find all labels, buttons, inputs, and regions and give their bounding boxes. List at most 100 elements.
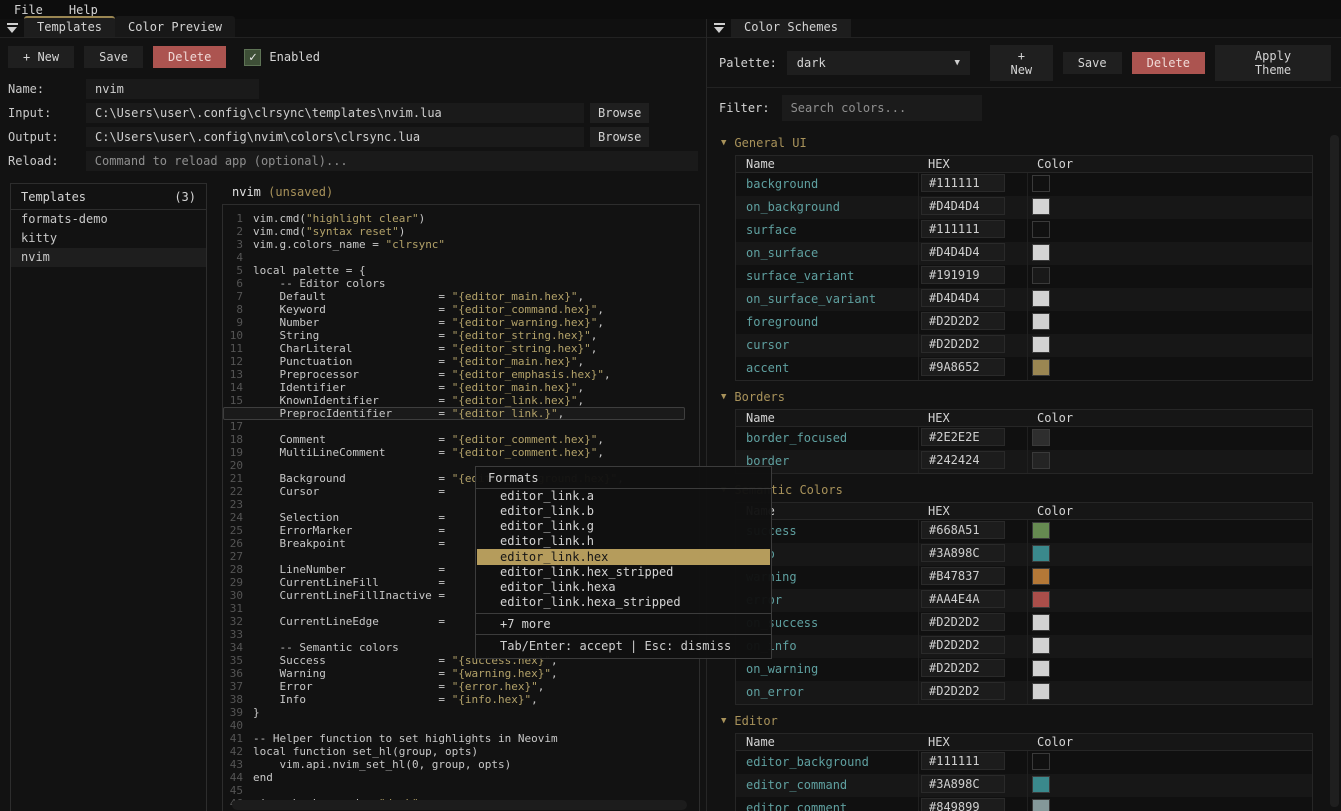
color-row[interactable]: on_surface#D4D4D4 <box>736 242 1312 265</box>
popup-format-option[interactable]: editor_link.g <box>476 519 771 534</box>
color-row[interactable]: info#3A898C <box>736 543 1312 566</box>
code-line[interactable]: 15 KnownIdentifier = "{editor_link.hex}"… <box>223 394 699 407</box>
color-swatch[interactable] <box>1032 429 1050 446</box>
color-row[interactable]: on_surface_variant#D4D4D4 <box>736 288 1312 311</box>
color-hex-value[interactable]: #849899 <box>921 798 1005 811</box>
code-line[interactable]: 10 String = "{editor_string.hex}", <box>223 329 699 342</box>
color-swatch[interactable] <box>1032 683 1050 700</box>
code-line[interactable]: 14 Identifier = "{editor_main.hex}", <box>223 381 699 394</box>
code-line[interactable]: 11 CharLiteral = "{editor_string.hex}", <box>223 342 699 355</box>
menu-help[interactable]: Help <box>69 3 98 17</box>
color-hex-value[interactable]: #242424 <box>921 451 1005 469</box>
delete-palette-button[interactable]: Delete <box>1132 52 1205 74</box>
output-path-field[interactable] <box>86 127 584 147</box>
code-line[interactable]: 6 -- Editor colors <box>223 277 699 290</box>
collapse-all-icon[interactable] <box>714 23 725 33</box>
code-line[interactable]: 17 <box>223 420 699 433</box>
code-line[interactable]: 19 MultiLineComment = "{editor_comment.h… <box>223 446 699 459</box>
color-hex-value[interactable]: #111111 <box>921 752 1005 770</box>
color-swatch[interactable] <box>1032 776 1050 793</box>
code-line[interactable]: 13 Preprocessor = "{editor_emphasis.hex}… <box>223 368 699 381</box>
color-swatch[interactable] <box>1032 522 1050 539</box>
color-swatch[interactable] <box>1032 359 1050 376</box>
delete-template-button[interactable]: Delete <box>153 46 226 68</box>
code-line[interactable]: 9 Number = "{editor_warning.hex}", <box>223 316 699 329</box>
color-row[interactable]: editor_command#3A898C <box>736 774 1312 797</box>
color-row[interactable]: cursor#D2D2D2 <box>736 334 1312 357</box>
color-hex-value[interactable]: #2E2E2E <box>921 428 1005 446</box>
color-swatch[interactable] <box>1032 591 1050 608</box>
color-swatch[interactable] <box>1032 799 1050 811</box>
color-hex-value[interactable]: #D2D2D2 <box>921 312 1005 330</box>
color-hex-value[interactable]: #D2D2D2 <box>921 335 1005 353</box>
color-swatch[interactable] <box>1032 175 1050 192</box>
color-hex-value[interactable]: #668A51 <box>921 521 1005 539</box>
color-swatch[interactable] <box>1032 614 1050 631</box>
color-swatch[interactable] <box>1032 244 1050 261</box>
enabled-checkbox[interactable]: ✓ <box>244 49 261 66</box>
color-row[interactable]: on_background#D4D4D4 <box>736 196 1312 219</box>
template-list-item[interactable]: formats-demo <box>11 210 206 229</box>
input-path-field[interactable] <box>86 103 584 123</box>
code-line[interactable]: 3vim.g.colors_name = "clrsync" <box>223 238 699 251</box>
section-header[interactable]: ▼Semantic Colors <box>721 483 1325 497</box>
color-row[interactable]: on_error#D2D2D2 <box>736 681 1312 704</box>
code-line[interactable]: 8 Keyword = "{editor_command.hex}", <box>223 303 699 316</box>
color-hex-value[interactable]: #3A898C <box>921 544 1005 562</box>
code-line[interactable]: 12 Punctuation = "{editor_main.hex}", <box>223 355 699 368</box>
code-line[interactable]: 42local function set_hl(group, opts) <box>223 745 699 758</box>
color-row[interactable]: success#668A51 <box>736 520 1312 543</box>
color-hex-value[interactable]: #111111 <box>921 174 1005 192</box>
new-palette-button[interactable]: + New <box>990 45 1053 81</box>
color-row[interactable]: foreground#D2D2D2 <box>736 311 1312 334</box>
popup-format-option[interactable]: editor_link.h <box>476 534 771 549</box>
palette-select[interactable]: dark ▼ <box>787 51 970 75</box>
name-input[interactable] <box>86 79 259 99</box>
code-line[interactable]: 41-- Helper function to set highlights i… <box>223 732 699 745</box>
color-row[interactable]: on_info#D2D2D2 <box>736 635 1312 658</box>
template-list-item[interactable]: kitty <box>11 229 206 248</box>
color-row[interactable]: background#111111 <box>736 173 1312 196</box>
code-line[interactable]: 4 <box>223 251 699 264</box>
code-line[interactable]: 40 <box>223 719 699 732</box>
color-hex-value[interactable]: #9A8652 <box>921 358 1005 376</box>
color-hex-value[interactable]: #D4D4D4 <box>921 243 1005 261</box>
input-browse-button[interactable]: Browse <box>590 103 649 123</box>
tab-color-preview[interactable]: Color Preview <box>115 16 235 37</box>
color-swatch[interactable] <box>1032 545 1050 562</box>
code-line[interactable]: 45 <box>223 784 699 797</box>
template-list-item[interactable]: nvim <box>11 248 206 267</box>
collapse-all-icon[interactable] <box>7 23 18 33</box>
save-template-button[interactable]: Save <box>84 46 143 68</box>
color-swatch[interactable] <box>1032 198 1050 215</box>
color-hex-value[interactable]: #AA4E4A <box>921 590 1005 608</box>
color-hex-value[interactable]: #111111 <box>921 220 1005 238</box>
color-swatch[interactable] <box>1032 660 1050 677</box>
color-row[interactable]: editor_background#111111 <box>736 751 1312 774</box>
code-line[interactable]: 43 vim.api.nvim_set_hl(0, group, opts) <box>223 758 699 771</box>
section-header[interactable]: ▼Borders <box>721 390 1325 404</box>
popup-format-option[interactable]: editor_link.a <box>476 489 771 504</box>
color-row[interactable]: border_focused#2E2E2E <box>736 427 1312 450</box>
save-palette-button[interactable]: Save <box>1063 52 1122 74</box>
popup-format-option[interactable]: editor_link.hexa <box>476 580 771 595</box>
color-row[interactable]: error#AA4E4A <box>736 589 1312 612</box>
code-line[interactable]: 37 Error = "{error.hex}", <box>223 680 699 693</box>
color-filter-input[interactable] <box>782 95 982 121</box>
color-hex-value[interactable]: #3A898C <box>921 775 1005 793</box>
color-swatch[interactable] <box>1032 753 1050 770</box>
code-line[interactable]: 5local palette = { <box>223 264 699 277</box>
color-hex-value[interactable]: #D2D2D2 <box>921 613 1005 631</box>
popup-format-option[interactable]: editor_link.b <box>476 504 771 519</box>
color-row[interactable]: accent#9A8652 <box>736 357 1312 380</box>
color-hex-value[interactable]: #D4D4D4 <box>921 197 1005 215</box>
vertical-scrollbar[interactable] <box>1330 135 1339 807</box>
output-browse-button[interactable]: Browse <box>590 127 649 147</box>
color-row[interactable]: warning#B47837 <box>736 566 1312 589</box>
code-line[interactable]: 38 Info = "{info.hex}", <box>223 693 699 706</box>
section-header[interactable]: ▼Editor <box>721 714 1325 728</box>
code-line[interactable]: 2vim.cmd("syntax reset") <box>223 225 699 238</box>
reload-command-input[interactable] <box>86 151 698 171</box>
popup-format-option[interactable]: editor_link.hexa_stripped <box>476 595 771 610</box>
color-row[interactable]: on_warning#D2D2D2 <box>736 658 1312 681</box>
